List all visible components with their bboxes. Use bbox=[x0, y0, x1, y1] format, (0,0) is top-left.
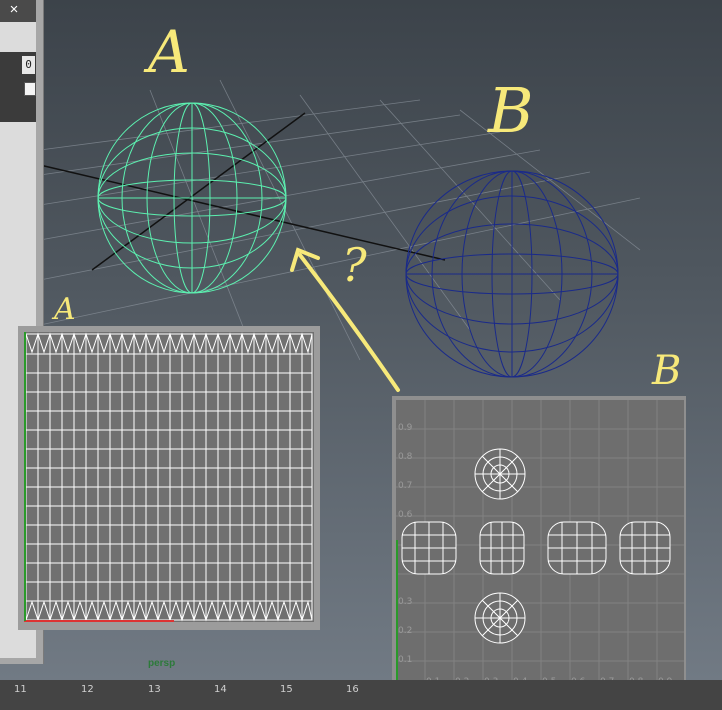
side-panel-header: × bbox=[0, 0, 36, 22]
uv-island-side-3 bbox=[547, 521, 607, 575]
document-icon[interactable] bbox=[24, 82, 36, 96]
uv-island-cap-top bbox=[474, 448, 526, 500]
uv-b-axis-label: 0.9 bbox=[398, 423, 413, 433]
uv-island-cap-bottom bbox=[474, 592, 526, 644]
timeline-tick: 14 bbox=[214, 684, 227, 695]
time-slider[interactable] bbox=[0, 680, 722, 710]
uv-b-axis-label: 0.3 bbox=[398, 597, 412, 607]
uv-b-axis-label: 0.6 bbox=[398, 510, 413, 520]
uv-layout-a[interactable] bbox=[18, 326, 320, 630]
annotation-label-a-small: A bbox=[54, 292, 76, 327]
timeline-tick: 16 bbox=[346, 684, 359, 695]
uv-b-axis-label: 0.8 bbox=[398, 452, 413, 462]
camera-label: persp bbox=[148, 658, 176, 669]
uv-island-side-4 bbox=[619, 521, 671, 575]
annotation-label-b-small: B bbox=[652, 348, 682, 394]
annotation-label-a: A bbox=[148, 18, 190, 86]
uv-mesh-a bbox=[24, 332, 313, 622]
timeline-tick: 11 bbox=[14, 684, 27, 695]
timeline-tick: 12 bbox=[81, 684, 94, 695]
timeline-tick: 13 bbox=[148, 684, 161, 695]
uv-mesh-b: 0.9 0.8 0.7 0.6 0.3 0.2 0.1 0.1 0.2 0.3 … bbox=[396, 400, 684, 688]
uv-grid-a bbox=[24, 332, 314, 622]
sphere-a[interactable] bbox=[97, 102, 287, 294]
uv-island-side-2 bbox=[479, 521, 525, 575]
timeline-tick: 15 bbox=[280, 684, 293, 695]
uv-island-side-1 bbox=[401, 521, 457, 575]
uv-b-axis-label: 0.1 bbox=[398, 655, 412, 665]
annotation-question-mark: ? bbox=[342, 238, 367, 292]
annotation-label-b: B bbox=[488, 74, 534, 147]
world-axis bbox=[39, 112, 446, 271]
uv-grid-b: 0.9 0.8 0.7 0.6 0.3 0.2 0.1 0.1 0.2 0.3 … bbox=[396, 400, 684, 688]
uv-b-axis-label: 0.7 bbox=[398, 481, 412, 491]
uv-b-axis-label: 0.2 bbox=[398, 626, 412, 636]
uv-layout-b[interactable]: 0.9 0.8 0.7 0.6 0.3 0.2 0.1 0.1 0.2 0.3 … bbox=[392, 396, 686, 692]
close-button[interactable]: × bbox=[0, 0, 28, 20]
numeric-field[interactable]: 0 bbox=[22, 56, 35, 74]
